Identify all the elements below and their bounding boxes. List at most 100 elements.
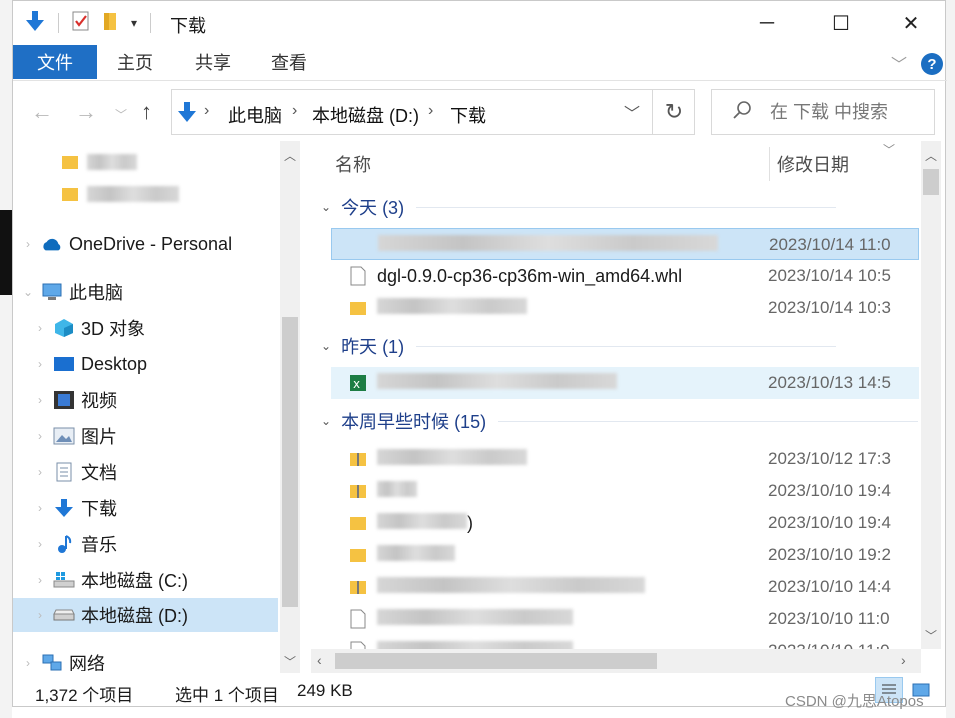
table-row[interactable]: 2023/10/10 14:4 (331, 571, 919, 603)
table-row[interactable]: dgl-0.9.0-cp36-cp36m-win_amd64.whl 2023/… (331, 260, 919, 292)
chevron-right-icon[interactable]: › (33, 465, 47, 479)
file-list-scrollbar[interactable]: ︿ ﹀ (921, 141, 941, 649)
nav-desktop[interactable]: › Desktop (33, 347, 147, 381)
nav-local-disk-c[interactable]: › 本地磁盘 (C:) (33, 563, 188, 597)
breadcrumb-separator[interactable]: › (204, 102, 209, 120)
nav-label: 本地磁盘 (C:) (81, 571, 188, 591)
group-header-today[interactable]: ⌄ 今天 (3) (321, 194, 837, 220)
breadcrumb-local-disk-d[interactable]: 本地磁盘 (D:) (312, 102, 419, 128)
chevron-down-icon[interactable]: ⌄ (21, 285, 35, 299)
minimize-button[interactable]: ─ (745, 9, 789, 37)
desktop-icon (53, 354, 75, 374)
quick-access-item[interactable] (59, 177, 179, 211)
music-icon (53, 534, 75, 554)
group-header-earlier-this-week[interactable]: ⌄ 本周早些时候 (15) (321, 408, 919, 434)
scroll-down-icon[interactable]: ﹀ (925, 627, 937, 644)
nav-scrollbar-thumb[interactable] (282, 317, 298, 607)
horizontal-scrollbar-thumb[interactable] (335, 653, 657, 669)
group-header-yesterday[interactable]: ⌄ 昨天 (1) (321, 333, 837, 359)
breadcrumb-separator[interactable]: › (292, 102, 297, 120)
breadcrumb-downloads[interactable]: 下载 (450, 102, 486, 128)
help-icon[interactable]: ? (921, 53, 943, 75)
background-window-left (0, 0, 12, 718)
search-input[interactable] (770, 100, 930, 124)
folder-icon (59, 184, 81, 204)
forward-arrow-icon[interactable]: → (75, 99, 97, 125)
scroll-up-icon[interactable]: ︿ (925, 147, 937, 164)
tab-file[interactable]: 文件 (13, 45, 97, 79)
chevron-down-icon[interactable]: ⌄ (321, 414, 331, 428)
quick-access-item[interactable] (59, 145, 137, 179)
close-button[interactable]: ✕ (889, 9, 933, 37)
chevron-right-icon[interactable]: › (21, 237, 35, 251)
table-row[interactable]: ) 2023/10/10 19:4 (331, 507, 919, 539)
refresh-icon[interactable]: ↻ (652, 90, 695, 134)
table-row[interactable]: 2023/10/14 11:0 (331, 228, 919, 260)
search-box[interactable] (711, 89, 935, 135)
scroll-up-icon[interactable]: ︿ (284, 147, 296, 164)
chevron-down-icon[interactable]: ⌄ (321, 339, 331, 353)
table-row[interactable]: x 2023/10/13 14:5 (331, 367, 919, 399)
table-row[interactable]: 2023/10/10 11:0 (331, 603, 919, 635)
table-row[interactable]: 2023/10/14 10:3 (331, 292, 919, 324)
table-row[interactable]: 2023/10/10 19:2 (331, 539, 919, 571)
nav-local-disk-d[interactable]: › 本地磁盘 (D:) (13, 598, 278, 632)
nav-label: 视频 (81, 391, 117, 411)
tab-view[interactable]: 查看 (255, 45, 323, 79)
back-arrow-icon[interactable]: ← (31, 99, 53, 125)
excel-icon: x (349, 373, 367, 393)
customize-toolbar-icon[interactable]: ▾ (131, 16, 137, 30)
chevron-right-icon[interactable]: › (33, 357, 47, 371)
nav-documents[interactable]: › 文档 (33, 455, 117, 489)
nav-onedrive[interactable]: › OneDrive - Personal (21, 227, 232, 261)
scroll-down-icon[interactable]: ﹀ (284, 653, 296, 670)
properties-icon[interactable] (71, 10, 91, 37)
file-list-scrollbar-thumb[interactable] (923, 169, 939, 195)
column-header-date[interactable]: 修改日期 (777, 151, 849, 177)
chevron-right-icon[interactable]: › (33, 429, 47, 443)
address-history-chevron-icon[interactable]: ﹀ (624, 100, 640, 124)
scroll-right-icon[interactable]: › (901, 652, 906, 668)
group-divider (416, 345, 837, 347)
tab-home[interactable]: 主页 (101, 45, 169, 79)
tab-share[interactable]: 共享 (179, 45, 247, 79)
collapse-ribbon-icon[interactable]: ﹀ (891, 51, 907, 75)
chevron-right-icon[interactable]: › (33, 608, 47, 622)
nav-downloads[interactable]: › 下载 (33, 491, 117, 525)
nav-this-pc[interactable]: ⌄ 此电脑 (21, 275, 123, 309)
nav-music[interactable]: › 音乐 (33, 527, 117, 561)
chevron-right-icon[interactable]: › (33, 393, 47, 407)
folder-icon (349, 298, 367, 318)
chevron-right-icon[interactable]: › (33, 321, 47, 335)
address-bar[interactable]: › 此电脑 › 本地磁盘 (D:) › 下载 ﹀ ↻ (171, 89, 695, 135)
nav-label: 此电脑 (69, 283, 123, 303)
chevron-right-icon[interactable]: › (33, 501, 47, 515)
file-date: 2023/10/10 19:4 (768, 481, 891, 500)
chevron-right-icon[interactable]: › (33, 537, 47, 551)
new-folder-icon[interactable] (101, 10, 119, 37)
maximize-button[interactable]: ☐ (819, 9, 863, 37)
column-divider[interactable] (769, 147, 770, 181)
nav-pictures[interactable]: › 图片 (33, 419, 117, 453)
nav-label: 音乐 (81, 535, 117, 555)
chevron-right-icon[interactable]: › (33, 573, 47, 587)
nav-network[interactable]: › 网络 (21, 646, 105, 671)
file-name (377, 481, 417, 502)
download-arrow-icon[interactable] (25, 10, 45, 37)
scroll-left-icon[interactable]: ‹ (317, 652, 322, 668)
breadcrumb-separator[interactable]: › (428, 102, 433, 120)
horizontal-scrollbar[interactable]: ‹ › (311, 649, 921, 673)
table-row[interactable]: 2023/10/12 17:3 (331, 443, 919, 475)
chevron-right-icon[interactable]: › (21, 656, 35, 670)
nav-scrollbar[interactable]: ︿ ﹀ (280, 141, 300, 673)
nav-videos[interactable]: › 视频 (33, 383, 117, 417)
onedrive-cloud-icon (41, 234, 63, 254)
up-arrow-icon[interactable]: ↑ (141, 99, 152, 125)
recent-locations-icon[interactable]: ﹀ (115, 106, 127, 123)
breadcrumb-this-pc[interactable]: 此电脑 (228, 102, 282, 128)
nav-3d-objects[interactable]: › 3D 对象 (33, 311, 145, 345)
chevron-down-icon[interactable]: ⌄ (321, 200, 331, 214)
network-icon (41, 653, 63, 671)
table-row[interactable]: 2023/10/10 19:4 (331, 475, 919, 507)
column-header-name[interactable]: 名称 (335, 151, 371, 177)
